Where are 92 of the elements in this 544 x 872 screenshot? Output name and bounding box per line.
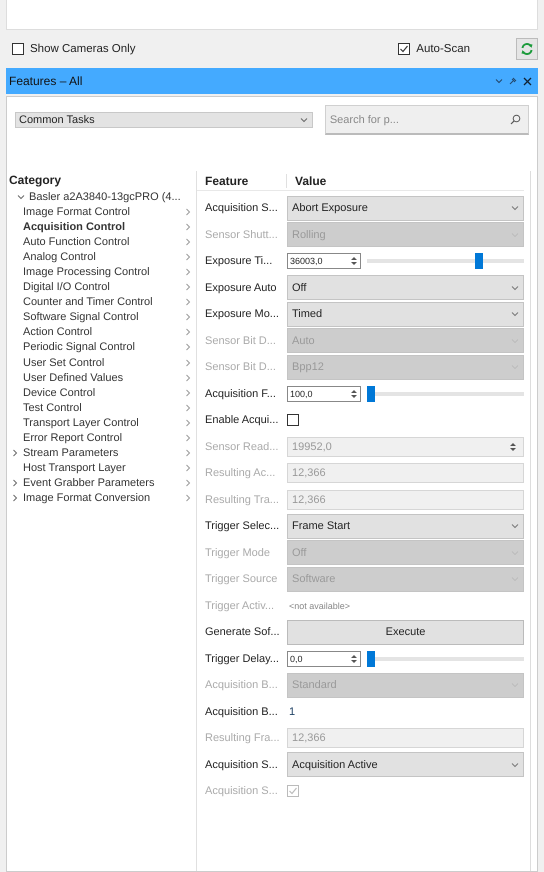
value-dropdown[interactable]: Off	[287, 275, 524, 300]
spin-arrows-icon[interactable]	[350, 388, 358, 400]
category-item[interactable]: Event Grabber Parameters	[23, 477, 184, 490]
feature-name: Acquisition B...	[204, 679, 279, 692]
chevron-down-icon	[511, 760, 519, 769]
category-item[interactable]: Analog Control	[23, 250, 184, 263]
number-field[interactable]: 0,0	[287, 650, 361, 667]
value-field: 12,366	[287, 463, 524, 484]
slider[interactable]	[367, 650, 524, 667]
feature-name: Generate Sof...	[204, 626, 281, 638]
checkbox-label: Show Cameras Only	[30, 43, 136, 55]
category-item[interactable]: Action Control	[23, 326, 184, 338]
category-item[interactable]: Acquisition Control	[23, 220, 184, 233]
feature-name: Acquisition S...	[204, 785, 279, 798]
category-item[interactable]: Counter and Timer Control	[23, 296, 184, 308]
value-text: 1	[288, 706, 296, 718]
category-item[interactable]: Image Format Conversion	[23, 492, 184, 504]
slider[interactable]	[367, 253, 524, 270]
feature-name: Trigger Selec...	[204, 520, 280, 532]
category-item[interactable]: Digital I/O Control	[23, 281, 184, 294]
feature-name: Acquisition S...	[204, 202, 279, 214]
value-dropdown[interactable]: Acquisition Active	[287, 752, 524, 778]
slider-thumb[interactable]	[475, 253, 484, 270]
execute-button[interactable]: Execute	[287, 620, 524, 645]
slider[interactable]	[367, 386, 524, 402]
category-item[interactable]: Transport Layer Control	[23, 416, 184, 429]
category-item[interactable]: Error Report Control	[23, 432, 184, 444]
feature-name: Trigger Activ...	[204, 600, 276, 612]
value-dropdown[interactable]: Abort Exposure	[287, 196, 524, 221]
category-item[interactable]: User Set Control	[23, 356, 184, 369]
column-header: Category	[8, 172, 62, 189]
category-item[interactable]: Periodic Signal Control	[23, 341, 184, 354]
feature-name: Resulting Ac...	[204, 467, 276, 480]
chevron-down-icon	[511, 204, 519, 212]
close-icon[interactable]	[523, 76, 532, 86]
slider-thumb[interactable]	[367, 650, 375, 667]
feature-name: Resulting Fra...	[204, 732, 281, 744]
value-dropdown[interactable]: Frame Start	[287, 514, 524, 539]
checkbox[interactable]	[398, 43, 410, 55]
category-item[interactable]: Device Control	[23, 386, 184, 399]
chevron-down-icon	[511, 310, 519, 318]
category-item[interactable]: Software Signal Control	[23, 311, 184, 324]
category-item[interactable]: Image Format Control	[23, 206, 184, 218]
feature-name: Sensor Bit D...	[204, 361, 277, 374]
category-item[interactable]: Test Control	[23, 402, 184, 414]
feature-name: Acquisition F...	[204, 388, 277, 400]
slider-thumb[interactable]	[367, 386, 375, 402]
chevron-down-icon	[511, 522, 519, 530]
chevron-down-icon	[300, 116, 308, 124]
value-text: <not available>	[288, 600, 350, 611]
feature-name: Sensor Read...	[204, 440, 280, 453]
feature-name: Acquisition B...	[204, 706, 279, 718]
value-field: 12,366	[287, 490, 524, 510]
feature-name: Sensor Shutt...	[204, 228, 279, 241]
checkbox[interactable]	[287, 414, 299, 426]
chevron-right-icon	[11, 449, 19, 458]
column-header: Value	[294, 174, 326, 188]
feature-name: Trigger Delay...	[204, 652, 280, 665]
panel-title: Features – All	[9, 74, 84, 88]
feature-name: Trigger Mode	[204, 546, 272, 559]
chevron-down-icon	[511, 284, 519, 292]
category-item[interactable]: Basler a2A3840-13gcPRO (4...	[29, 190, 196, 203]
refresh-icon	[520, 42, 534, 56]
refresh-button[interactable]	[516, 38, 538, 60]
pin-icon[interactable]	[509, 77, 517, 85]
feature-name: Exposure Auto	[204, 282, 278, 294]
chevron-down-icon	[495, 77, 503, 85]
column-header: Feature	[197, 174, 287, 188]
chevron-down-icon	[17, 192, 25, 201]
feature-name: Exposure Mo...	[204, 308, 280, 320]
feature-name: Enable Acqui...	[204, 414, 280, 426]
checkbox[interactable]	[12, 43, 24, 55]
number-field[interactable]: 100,0	[287, 386, 361, 402]
value-field: 12,366	[287, 728, 524, 748]
feature-name: Sensor Bit D...	[204, 334, 277, 347]
number-field[interactable]: 36003,0	[287, 253, 361, 270]
category-item[interactable]: Stream Parameters	[23, 447, 184, 460]
category-item[interactable]: User Defined Values	[23, 372, 184, 384]
checkbox-label: Auto-Scan	[416, 43, 470, 55]
category-item[interactable]: Host Transport Layer	[23, 462, 184, 474]
feature-name: Exposure Ti...	[204, 255, 274, 268]
feature-name: Trigger Source	[204, 573, 278, 586]
category-item[interactable]: Auto Function Control	[23, 236, 184, 248]
category-dropdown[interactable]: Common Tasks	[15, 112, 313, 128]
value-dropdown[interactable]: Timed	[287, 302, 524, 327]
search-icon	[510, 114, 521, 125]
search-field[interactable]: Search for p...	[324, 105, 529, 135]
spin-arrows-icon[interactable]	[350, 652, 358, 665]
spin-arrows-icon[interactable]	[350, 255, 358, 268]
category-item[interactable]: Image Processing Control	[23, 266, 184, 278]
feature-name: Acquisition S...	[204, 758, 279, 771]
feature-name: Resulting Tra...	[204, 494, 280, 506]
